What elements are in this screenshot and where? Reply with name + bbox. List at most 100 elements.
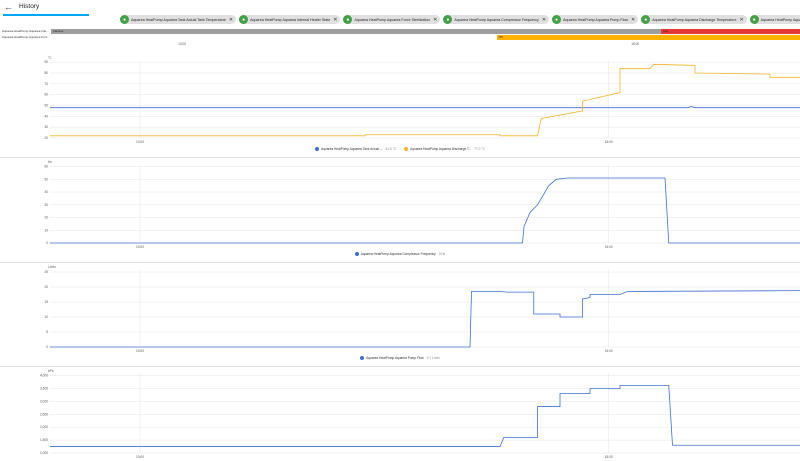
entity-chip[interactable]: ● Aquarea HeatPump Aquarea Pump Flow ✕ (552, 15, 639, 24)
close-icon[interactable]: ✕ (433, 17, 437, 23)
chart-svg: L/min 0 5 10 15 20 25 13:00 15:00 (44, 265, 800, 353)
chart-legend: Aquarea HeatPump Aquarea Pump Flow 0.7 L/… (0, 356, 800, 361)
y-tick-label: 30 (44, 203, 48, 207)
timeline-segment[interactable]: Off (496, 35, 800, 40)
legend-item[interactable]: Aquarea HeatPump Aquarea Pump Flow 0.7 L/… (360, 356, 440, 360)
legend-value: 61.0 °C (385, 147, 397, 151)
y-tick-label: 20 (44, 136, 48, 140)
chip-label: Aquarea HeatPump Aquarea Compressor Freq… (454, 17, 539, 22)
entity-chip[interactable]: ●Aquarea HeatPump Aquarea High pressure✕ (749, 15, 800, 24)
y-tick-label: 1,500 (40, 438, 48, 442)
series-line[interactable] (50, 177, 800, 244)
y-tick-label: 0 (46, 345, 48, 349)
close-icon[interactable]: ✕ (542, 17, 546, 23)
legend-checkbox-icon[interactable] (315, 147, 320, 151)
close-icon[interactable]: ✕ (631, 17, 635, 23)
y-tick-label: 2,500 (40, 412, 48, 416)
y-tick-label: 25 (44, 270, 48, 274)
x-tick-label: 13:00 (136, 245, 144, 249)
x-tick-label: 15:00 (605, 245, 613, 249)
series-line[interactable] (50, 106, 800, 109)
legend-item[interactable]: Aquarea HeatPump Aquarea Tank Actual ...… (315, 147, 396, 151)
y-axis-unit: L/min (48, 265, 56, 269)
legend-label: Aquarea HeatPump Aquarea Tank Actual ... (321, 147, 383, 151)
y-tick-label: 90 (44, 60, 48, 64)
chip-label: Aquarea HeatPump Aquarea Pump Flow (563, 17, 628, 22)
timeline-tick-label: 13:00 (178, 42, 187, 46)
y-tick-label: 70 (44, 82, 48, 86)
legend-checkbox-icon[interactable] (404, 147, 409, 151)
y-tick-label: 2,000 (40, 425, 48, 429)
timeline-segment[interactable]: Hot (661, 29, 800, 34)
history-chart: °C 20 30 40 50 60 70 80 90 13:00 15:00 Aquarea Heat… (0, 54, 800, 158)
series-line[interactable] (50, 63, 800, 137)
legend-label: Aquarea HeatPump Aquarea Pump Flow (366, 356, 424, 360)
legend-checkbox-icon[interactable] (354, 252, 359, 256)
page-title: History (19, 3, 40, 10)
legend-value: 0 Hz (438, 252, 446, 256)
entity-chip[interactable]: ● Aquarea HeatPump Aquarea Discharge Temp… (641, 15, 747, 24)
x-tick-label: 15:00 (605, 455, 613, 459)
y-tick-label: 0 (46, 241, 48, 245)
y-tick-label: 50 (44, 104, 48, 108)
y-tick-label: 5 (46, 330, 48, 334)
thermometer-icon: ● (641, 15, 651, 24)
timeline-row-label: Aquarea HeatPump Aquarea Forc... (2, 35, 50, 39)
y-tick-label: 60 (44, 165, 48, 169)
timeline-tick-label: 15:00 (631, 42, 640, 46)
history-chart: L/min 0 5 10 15 20 25 13:00 15:00 Aquarea HeatPum… (0, 263, 800, 367)
series-line[interactable] (50, 384, 800, 447)
y-tick-label: 20 (44, 216, 48, 220)
chip-label: Aquarea HeatPump Aquarea High pressure (760, 17, 800, 22)
legend-item[interactable]: Aquarea HeatPump Aquarea Discharge T... 7… (404, 147, 485, 151)
legend-label: Aquarea HeatPump Aquarea Compressor Freq… (360, 252, 436, 256)
y-tick-label: 80 (44, 71, 48, 75)
legend-value: 77.0 °C (474, 147, 485, 151)
thermometer-icon: ● (239, 15, 249, 24)
legend-label: Aquarea HeatPump Aquarea Discharge T... (410, 147, 472, 151)
chart-legend: Aquarea HeatPump Aquarea Compressor Freq… (0, 252, 800, 257)
y-tick-label: 1,000 (40, 451, 48, 455)
y-tick-label: 40 (44, 190, 48, 194)
y-axis-unit: Hz (48, 160, 52, 164)
chart-svg: Hz 0 10 20 30 40 50 60 13:00 15:00 (44, 160, 800, 249)
x-tick-label: 13:00 (136, 349, 144, 353)
y-tick-label: 30 (44, 125, 48, 129)
y-tick-label: 10 (44, 315, 48, 319)
chart-svg: kPa 1,000 1,500 2,000 2,500 3,000 3,500 4,000 13… (40, 369, 800, 459)
entity-chip[interactable]: ● Aquarea HeatPump Aquarea Force Steriliz… (343, 15, 441, 24)
history-chart: kPa 1,000 1,500 2,000 2,500 3,000 3,500 4,000 13… (0, 367, 800, 461)
y-tick-label: 40 (44, 114, 48, 118)
pump-icon: ● (552, 15, 562, 24)
timeline-segment[interactable]: Inactive (51, 29, 662, 34)
entity-chip[interactable]: ● Aquarea HeatPump Aquarea Compressor Fre… (443, 15, 550, 24)
chip-label: Aquarea HeatPump Aquarea Internal Heater… (250, 17, 331, 22)
entity-chip-list: ● Aquarea HeatPump Aquarea Tank Actual Ta… (120, 15, 800, 24)
water-icon: ● (343, 15, 353, 24)
close-icon[interactable]: ✕ (229, 17, 233, 23)
chip-label: Aquarea HeatPump Aquarea Discharge Tempe… (652, 17, 737, 22)
y-tick-label: 3,500 (40, 386, 48, 390)
y-axis-unit: kPa (48, 369, 54, 373)
close-icon[interactable]: ✕ (333, 17, 337, 23)
chip-label: Aquarea HeatPump Aquarea Tank Actual Tan… (131, 17, 226, 22)
legend-checkbox-icon[interactable] (360, 356, 365, 360)
chart-legend: Aquarea HeatPump Aquarea Tank Actual ...… (0, 147, 800, 152)
legend-item[interactable]: Aquarea HeatPump Aquarea Compressor Freq… (354, 252, 446, 256)
y-tick-label: 50 (44, 177, 48, 181)
series-line[interactable] (50, 290, 800, 348)
x-tick-label: 13:00 (136, 140, 144, 144)
timeline-row-label: Aquarea HeatPump Aquarea Inte... (2, 29, 49, 33)
y-tick-label: 20 (44, 285, 48, 289)
entity-chip[interactable]: ● Aquarea HeatPump Aquarea Tank Actual Ta… (120, 15, 237, 24)
close-icon[interactable]: ✕ (739, 17, 743, 23)
chart-svg: °C 20 30 40 50 60 70 80 90 13:00 15:00 (44, 56, 800, 144)
history-chart: Hz 0 10 20 30 40 50 60 13:00 15:00 Aquarea HeatPum… (0, 158, 800, 263)
y-tick-label: 15 (44, 300, 48, 304)
y-tick-label: 10 (44, 228, 48, 232)
entity-chip[interactable]: ● Aquarea HeatPump Aquarea Internal Heate… (239, 15, 341, 24)
back-arrow-icon[interactable]: ← (4, 2, 14, 12)
y-axis-unit: °C (48, 56, 52, 60)
date-picker-underline (3, 14, 89, 16)
gauge-icon: ● (749, 15, 759, 24)
